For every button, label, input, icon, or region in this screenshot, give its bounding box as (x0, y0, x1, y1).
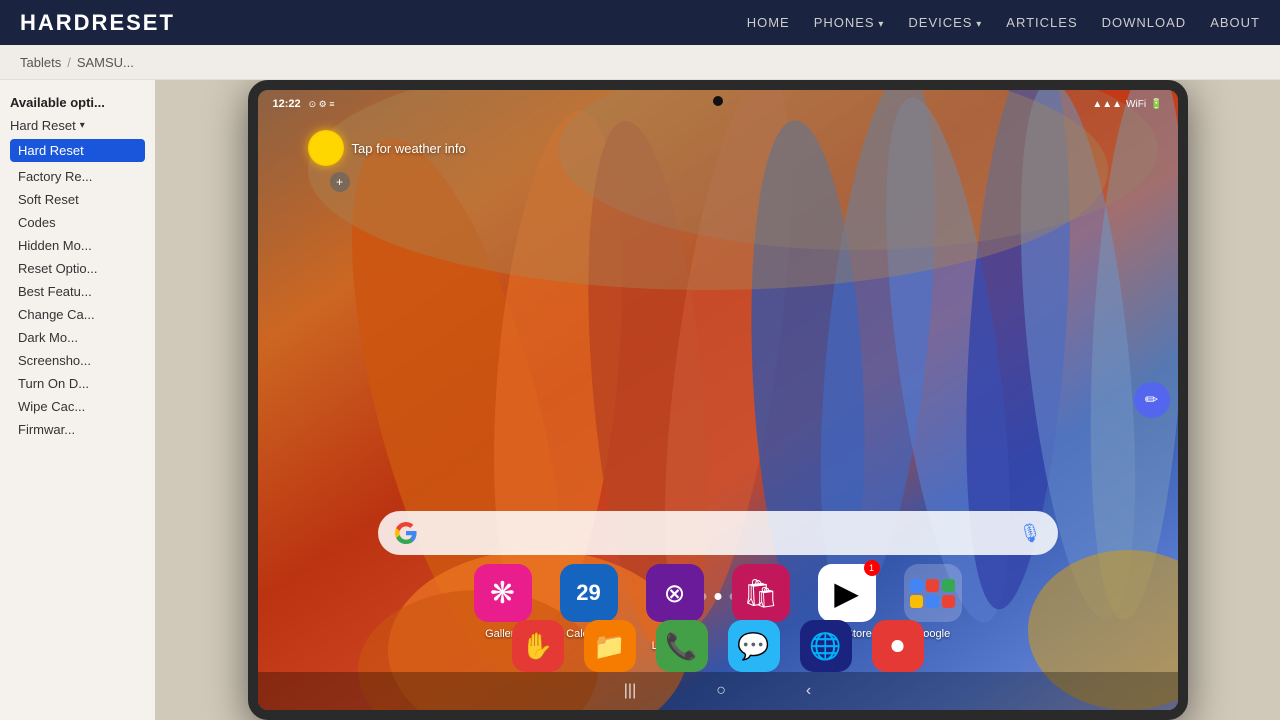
sidebar-item-soft-reset[interactable]: Soft Reset (10, 189, 145, 210)
play-store-badge: 1 (864, 560, 880, 576)
microphone-icon[interactable]: 🎙 (1019, 523, 1042, 544)
sidebar-item-best-features[interactable]: Best Featu... (10, 281, 145, 302)
game-launcher-icon: ⊗ (664, 578, 686, 609)
gallery-icon: ❋ (490, 576, 515, 611)
dock-papercup[interactable]: ✋ (512, 620, 564, 672)
google-logo (394, 521, 418, 545)
dock-browser[interactable]: 🌐 (800, 620, 852, 672)
status-icons: ⊙ ⚙ ≡ (309, 99, 335, 110)
breadcrumb: Tablets / SAMSU... (0, 45, 1280, 80)
weather-widget[interactable]: + Tap for weather info (308, 130, 466, 166)
sidebar-item-hard-reset[interactable]: Hard Reset (10, 139, 145, 162)
breadcrumb-separator: / (67, 55, 71, 70)
main-content: 12:22 ⊙ ⚙ ≡ ▲▲▲ WiFi 🔋 + Tap for weather… (155, 80, 1280, 720)
recorder-icon: ⏺ (891, 630, 904, 662)
search-bar[interactable]: 🎙 (378, 511, 1058, 555)
nav-home[interactable]: HOME (747, 15, 790, 30)
pencil-icon: ✏ (1145, 390, 1158, 410)
messages-icon: 💬 (737, 631, 769, 662)
google-dot-red (926, 579, 939, 592)
calendar-icon: 29 (576, 580, 600, 606)
sidebar-item-wipe-cache[interactable]: Wipe Cac... (10, 396, 145, 417)
google-dot-green (942, 579, 955, 592)
edit-fab-button[interactable]: ✏ (1134, 382, 1170, 418)
sidebar-item-screenshot[interactable]: Screensho... (10, 350, 145, 371)
galaxy-store-icon: 🛍 (743, 577, 779, 610)
top-navigation: HARDRESET HOME PHONES DEVICES ARTICLES D… (0, 0, 1280, 45)
battery-icon: 🔋 (1150, 99, 1162, 110)
sidebar-item-change-camera[interactable]: Change Ca... (10, 304, 145, 325)
sidebar-item-reset-options[interactable]: Reset Optio... (10, 258, 145, 279)
weather-icon (308, 130, 344, 166)
dock-phone[interactable]: 📞 (656, 620, 708, 672)
wifi-icon: WiFi (1126, 99, 1146, 110)
front-camera (713, 96, 723, 106)
dock-files[interactable]: 📁 (584, 620, 636, 672)
chevron-down-icon: ▾ (80, 120, 85, 131)
sidebar-item-codes[interactable]: Codes (10, 212, 145, 233)
tablet-screen: 12:22 ⊙ ⚙ ≡ ▲▲▲ WiFi 🔋 + Tap for weather… (258, 90, 1178, 710)
signal-icon: ▲▲▲ (1092, 99, 1122, 110)
site-logo: HARDRESET (20, 10, 175, 36)
google-dot-yellow (910, 595, 923, 608)
nav-about[interactable]: ABOUT (1210, 15, 1260, 30)
dock-messages[interactable]: 💬 (728, 620, 780, 672)
sidebar-section-title: Available opti... (10, 95, 145, 110)
sidebar-dropdown-label: Hard Reset (10, 118, 76, 133)
weather-text: Tap for weather info (352, 141, 466, 156)
nav-articles[interactable]: ARTICLES (1006, 15, 1077, 30)
sidebar-item-hidden-mode[interactable]: Hidden Mo... (10, 235, 145, 256)
dock-apps: ✋ 📁 📞 💬 🌐 ⏺ (512, 620, 924, 672)
papercup-icon: ✋ (521, 631, 553, 662)
sidebar-item-turn-on[interactable]: Turn On D... (10, 373, 145, 394)
browser-icon: 🌐 (809, 631, 841, 662)
nav-download[interactable]: DOWNLOAD (1102, 15, 1187, 30)
time-display: 12:22 (273, 98, 301, 110)
nav-devices[interactable]: DEVICES (908, 15, 982, 30)
play-store-icon: ▶ (834, 574, 859, 612)
dock-recorder[interactable]: ⏺ (872, 620, 924, 672)
sidebar-dropdown[interactable]: Hard Reset ▾ (10, 118, 145, 133)
phone-icon: 📞 (665, 631, 697, 662)
nav-links: HOME PHONES DEVICES ARTICLES DOWNLOAD AB… (747, 15, 1260, 30)
google-dot-blue (910, 579, 923, 592)
recents-button[interactable]: ||| (624, 682, 636, 700)
files-icon: 📁 (593, 631, 625, 662)
sidebar-item-dark-mode[interactable]: Dark Mo... (10, 327, 145, 348)
sidebar-item-firmware[interactable]: Firmwar... (10, 419, 145, 440)
sidebar-item-factory-reset[interactable]: Factory Re... (10, 166, 145, 187)
add-widget-button[interactable]: + (330, 172, 350, 192)
home-button[interactable]: ○ (716, 682, 726, 700)
breadcrumb-device[interactable]: SAMSU... (77, 55, 134, 70)
google-dot-red2 (942, 595, 955, 608)
nav-bar: ||| ○ ‹ (258, 672, 1178, 710)
sidebar: Available opti... Hard Reset ▾ Hard Rese… (0, 80, 155, 720)
tablet-device: 12:22 ⊙ ⚙ ≡ ▲▲▲ WiFi 🔋 + Tap for weather… (248, 80, 1188, 720)
back-button[interactable]: ‹ (806, 682, 811, 700)
breadcrumb-tablets[interactable]: Tablets (20, 55, 61, 70)
google-dot-blue2 (926, 595, 939, 608)
right-status: ▲▲▲ WiFi 🔋 (1092, 99, 1162, 110)
nav-phones[interactable]: PHONES (814, 15, 885, 30)
